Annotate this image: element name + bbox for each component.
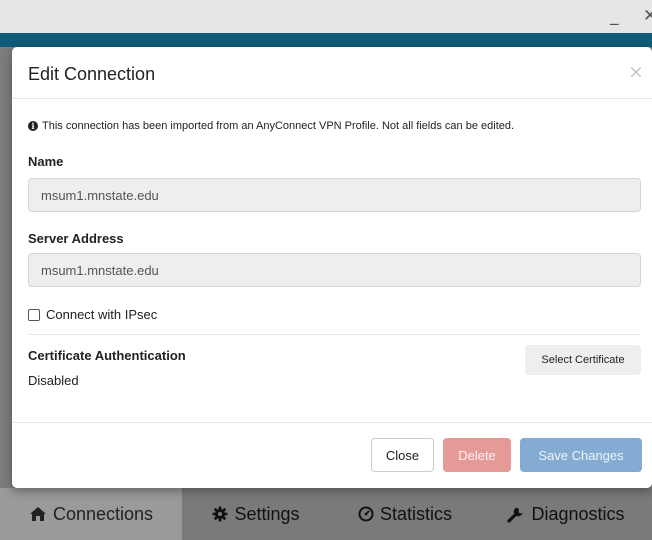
server-address-field[interactable] xyxy=(28,253,641,287)
modal-close-icon[interactable]: × xyxy=(628,61,644,83)
app-header xyxy=(0,33,652,47)
info-circle-icon: i xyxy=(28,121,38,131)
tab-settings[interactable]: Settings xyxy=(182,488,330,540)
window-titlebar: _ ✕ xyxy=(0,0,652,33)
save-changes-button[interactable]: Save Changes xyxy=(520,438,642,472)
tab-label: Settings xyxy=(234,503,300,524)
minimize-button[interactable]: _ xyxy=(610,6,619,26)
import-notice: i This connection has been imported from… xyxy=(28,120,514,132)
name-field[interactable] xyxy=(28,178,641,212)
ipsec-label: Connect with IPsec xyxy=(46,307,158,322)
gear-icon xyxy=(212,506,228,522)
gauge-icon xyxy=(358,506,374,522)
select-certificate-button[interactable]: Select Certificate xyxy=(525,345,641,375)
notice-text: This connection has been imported from a… xyxy=(42,120,515,132)
window-close-button[interactable]: ✕ xyxy=(643,6,652,26)
section-divider xyxy=(28,334,641,335)
name-label: Name xyxy=(28,154,64,169)
modal-footer-divider xyxy=(12,422,652,423)
certificate-auth-value: Disabled xyxy=(28,373,79,388)
tab-statistics[interactable]: Statistics xyxy=(330,488,480,540)
delete-button[interactable]: Delete xyxy=(443,438,511,472)
wrench-icon xyxy=(507,507,523,523)
edit-connection-modal: Edit Connection × i This connection has … xyxy=(12,47,652,488)
ipsec-row: Connect with IPsec xyxy=(28,307,157,322)
modal-title: Edit Connection xyxy=(28,64,156,84)
tab-diagnostics[interactable]: Diagnostics xyxy=(480,488,652,540)
tab-label: Connections xyxy=(52,503,154,524)
ipsec-checkbox[interactable] xyxy=(28,308,40,321)
tab-label: Statistics xyxy=(379,503,453,524)
modal-header: Edit Connection × xyxy=(12,47,652,99)
close-button[interactable]: Close xyxy=(371,438,434,472)
certificate-auth-label: Certificate Authentication xyxy=(28,348,186,363)
tab-connections[interactable]: Connections xyxy=(0,488,182,540)
bottom-tab-bar: Connections Settings Statistics Diagnost… xyxy=(0,488,652,540)
tab-label: Diagnostics xyxy=(531,503,625,524)
home-icon xyxy=(29,507,46,521)
server-address-label: Server Address xyxy=(28,231,124,246)
